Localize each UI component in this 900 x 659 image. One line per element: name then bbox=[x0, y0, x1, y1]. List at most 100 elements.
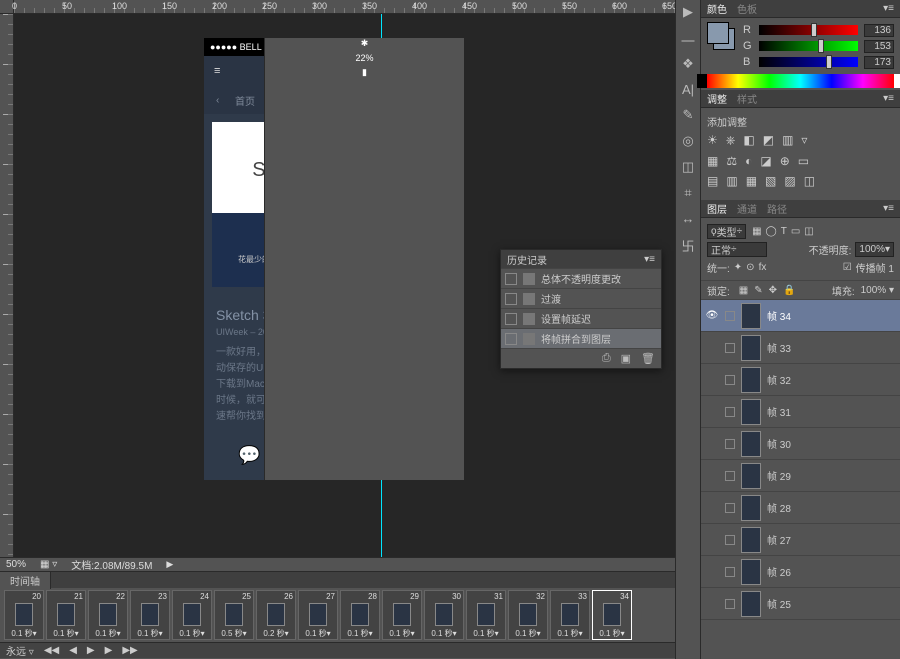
timeline-frame[interactable]: 310.1 秒▾ bbox=[466, 590, 506, 640]
layer-filter-icon[interactable]: ◯ bbox=[766, 226, 777, 237]
lock-icon[interactable]: ▦ bbox=[739, 285, 748, 296]
layer-link-box[interactable] bbox=[725, 311, 735, 321]
view-mode-icon[interactable]: ▦ ▿ bbox=[40, 559, 57, 570]
first-frame-button[interactable]: ◀◀ bbox=[44, 645, 59, 656]
adjustment-icon[interactable]: ▿ bbox=[801, 133, 807, 148]
tool-icon[interactable]: ◫ bbox=[682, 159, 694, 175]
tab-swatches[interactable]: 色板 bbox=[737, 1, 757, 16]
channel-value[interactable]: 173 bbox=[864, 56, 894, 69]
timeline-frame[interactable]: 210.1 秒▾ bbox=[46, 590, 86, 640]
layer-link-box[interactable] bbox=[725, 535, 735, 545]
frame-duration[interactable]: 0.1 秒▾ bbox=[473, 628, 498, 639]
layer-link-box[interactable] bbox=[725, 407, 735, 417]
tool-icon[interactable]: ✎ bbox=[683, 107, 694, 123]
history-item[interactable]: 设置帧延迟 bbox=[501, 308, 661, 328]
slider-thumb[interactable] bbox=[818, 39, 824, 53]
history-header[interactable]: 历史记录 ▾≡ bbox=[501, 250, 661, 268]
layer-row[interactable]: 帧 31 bbox=[701, 396, 900, 428]
panel-menu-icon[interactable]: ▾≡ bbox=[883, 3, 894, 14]
history-checkbox[interactable] bbox=[505, 313, 517, 325]
layer-row[interactable]: 帧 26 bbox=[701, 556, 900, 588]
layer-row[interactable]: 帧 28 bbox=[701, 492, 900, 524]
layer-link-box[interactable] bbox=[725, 375, 735, 385]
timeline-frame[interactable]: 230.1 秒▾ bbox=[130, 590, 170, 640]
history-checkbox[interactable] bbox=[505, 333, 517, 345]
layer-link-box[interactable] bbox=[725, 503, 735, 513]
adjustment-icon[interactable]: ◩ bbox=[763, 133, 774, 148]
adjustment-icon[interactable]: ◐ bbox=[745, 154, 752, 168]
layer-filter-icon[interactable]: T bbox=[781, 226, 787, 237]
adjustment-icon[interactable]: ▥ bbox=[782, 133, 793, 148]
layer-name[interactable]: 帧 30 bbox=[767, 436, 791, 451]
layer-row[interactable]: 帧 27 bbox=[701, 524, 900, 556]
history-item[interactable]: 过渡 bbox=[501, 288, 661, 308]
panel-menu-icon[interactable]: ▾≡ bbox=[883, 203, 894, 214]
tool-icon[interactable]: ▶ bbox=[683, 4, 693, 20]
fg-color-swatch[interactable] bbox=[707, 22, 729, 44]
history-item[interactable]: 总体不透明度更改 bbox=[501, 268, 661, 288]
frame-duration[interactable]: 0.1 秒▾ bbox=[431, 628, 456, 639]
timeline-frame[interactable]: 340.1 秒▾ bbox=[592, 590, 632, 640]
lock-icon[interactable]: ✎ bbox=[754, 285, 762, 296]
layer-link-box[interactable] bbox=[725, 599, 735, 609]
layer-filter-icon[interactable]: ▭ bbox=[791, 226, 800, 237]
tool-icon[interactable]: A| bbox=[682, 82, 694, 97]
unify-visibility-icon[interactable]: ⊙ bbox=[746, 262, 754, 273]
history-item[interactable]: 将帧拼合到图层 bbox=[501, 328, 661, 348]
timeline-frame[interactable]: 320.1 秒▾ bbox=[508, 590, 548, 640]
unify-style-icon[interactable]: fx bbox=[759, 262, 767, 273]
next-frame-button[interactable]: ▶ bbox=[105, 645, 113, 656]
color-slider[interactable] bbox=[759, 41, 858, 51]
adjustment-icon[interactable]: ▨ bbox=[784, 174, 795, 188]
timeline-frame[interactable]: 240.1 秒▾ bbox=[172, 590, 212, 640]
history-checkbox[interactable] bbox=[505, 293, 517, 305]
adjustment-icon[interactable]: ◪ bbox=[760, 154, 771, 168]
play-button[interactable]: ▶ bbox=[87, 645, 95, 656]
adjustment-icon[interactable]: ☀ bbox=[707, 133, 718, 148]
tab-channels[interactable]: 通道 bbox=[737, 201, 757, 216]
layer-row[interactable]: 帧 32 bbox=[701, 364, 900, 396]
snapshot-icon[interactable]: ⎙ bbox=[602, 352, 611, 365]
timeline-frame[interactable]: 330.1 秒▾ bbox=[550, 590, 590, 640]
unify-position-icon[interactable]: ✦ bbox=[734, 262, 742, 273]
layer-row[interactable]: 帧 25 bbox=[701, 588, 900, 620]
layer-row[interactable]: 帧 29 bbox=[701, 460, 900, 492]
channel-value[interactable]: 136 bbox=[864, 24, 894, 37]
prev-frame-button[interactable]: ◀ bbox=[69, 645, 77, 656]
timeline-frame[interactable]: 260.2 秒▾ bbox=[256, 590, 296, 640]
layer-link-box[interactable] bbox=[725, 343, 735, 353]
panel-menu-icon[interactable]: ▾≡ bbox=[883, 93, 894, 104]
channel-value[interactable]: 153 bbox=[864, 40, 894, 53]
history-panel[interactable]: 历史记录 ▾≡ 总体不透明度更改过渡设置帧延迟将帧拼合到图层 ⎙ ▣ 🗑 bbox=[500, 249, 662, 369]
adjustment-icon[interactable]: ▦ bbox=[707, 154, 718, 168]
frame-duration[interactable]: 0.1 秒▾ bbox=[179, 628, 204, 639]
ruler-horizontal[interactable]: 050100150200250300350400450500550600650 bbox=[14, 0, 675, 14]
layer-name[interactable]: 帧 29 bbox=[767, 468, 791, 483]
frame-duration[interactable]: 0.1 秒▾ bbox=[557, 628, 582, 639]
color-slider[interactable] bbox=[759, 57, 858, 67]
fill-field[interactable]: 100% ▾ bbox=[861, 285, 894, 296]
layer-list[interactable]: 👁帧 34帧 33帧 32帧 31帧 30帧 29帧 28帧 27帧 26帧 2… bbox=[701, 300, 900, 659]
timeline-frame[interactable]: 290.1 秒▾ bbox=[382, 590, 422, 640]
visibility-toggle[interactable]: 👁 bbox=[705, 310, 719, 321]
adjustment-icon[interactable]: ▦ bbox=[746, 174, 757, 188]
color-swatches[interactable] bbox=[707, 22, 737, 52]
tab-adjustments[interactable]: 调整 bbox=[707, 91, 727, 106]
frame-duration[interactable]: 0.1 秒▾ bbox=[389, 628, 414, 639]
adjustment-icon[interactable]: ▧ bbox=[765, 174, 776, 188]
layer-name[interactable]: 帧 31 bbox=[767, 404, 791, 419]
tool-icon[interactable]: ❖ bbox=[682, 56, 694, 72]
timeline-frame[interactable]: 200.1 秒▾ bbox=[4, 590, 44, 640]
frame-duration[interactable]: 0.5 秒▾ bbox=[221, 628, 246, 639]
adjustment-icon[interactable]: ⊕ bbox=[780, 154, 790, 168]
tool-icon[interactable]: ⎼ bbox=[681, 30, 694, 46]
tab-layers[interactable]: 图层 bbox=[707, 201, 727, 216]
layer-link-box[interactable] bbox=[725, 471, 735, 481]
zoom-level[interactable]: 50% bbox=[6, 559, 26, 570]
adjustment-icon[interactable]: ⎈ bbox=[726, 133, 736, 148]
tab-styles[interactable]: 样式 bbox=[737, 91, 757, 106]
slider-thumb[interactable] bbox=[826, 55, 832, 69]
layer-name[interactable]: 帧 33 bbox=[767, 340, 791, 355]
spectrum-bar[interactable] bbox=[707, 74, 894, 88]
tab-color[interactable]: 颜色 bbox=[707, 1, 727, 16]
